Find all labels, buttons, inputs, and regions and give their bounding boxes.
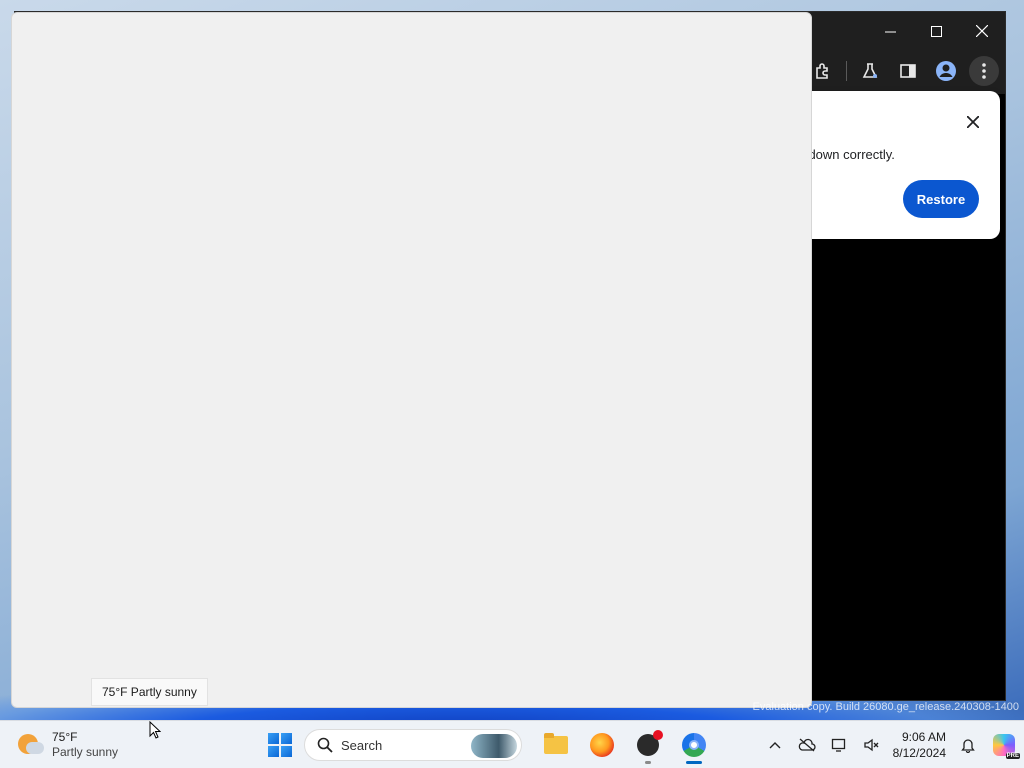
toolbar-separator [846, 61, 847, 81]
dev-app-button[interactable] [628, 725, 668, 765]
chrome-taskbar-button[interactable] [674, 725, 714, 765]
weather-widget[interactable]: 75°F Partly sunny [12, 725, 156, 765]
network-icon[interactable] [823, 729, 855, 761]
restore-pages-dialog: ut down correctly. Restore [780, 91, 1000, 239]
weather-desc: Partly sunny [52, 745, 119, 759]
clock-time: 9:06 AM [901, 730, 946, 744]
taskbar-center: Search [262, 725, 714, 765]
show-hidden-icons-button[interactable] [759, 729, 791, 761]
toolbar-icons [808, 56, 999, 86]
chrome-icon [682, 733, 706, 757]
clock-date: 8/12/2024 [892, 746, 946, 760]
minimize-button[interactable] [867, 12, 913, 50]
copilot-button[interactable]: PRE [984, 729, 1024, 761]
search-label: Search [341, 737, 383, 753]
close-window-button[interactable] [959, 12, 1005, 50]
taskbar-search[interactable]: Search [304, 729, 522, 761]
partly-sunny-icon [18, 732, 44, 758]
running-indicator [645, 761, 651, 764]
notification-badge [653, 730, 663, 740]
start-button[interactable] [262, 727, 298, 763]
onedrive-offline-icon[interactable] [791, 729, 823, 761]
active-indicator [686, 761, 702, 764]
close-icon[interactable] [964, 113, 982, 131]
extensions-icon[interactable] [808, 56, 838, 86]
chevron-up-icon [769, 742, 781, 749]
mouse-cursor-icon [149, 721, 161, 739]
weather-tooltip: 75°F Partly sunny [91, 678, 208, 706]
window-controls [867, 12, 1005, 50]
preview-badge: PRE [1005, 753, 1020, 759]
copilot-icon: PRE [993, 734, 1020, 759]
maximize-button[interactable] [913, 12, 959, 50]
clock[interactable]: 9:06 AM 8/12/2024 [887, 729, 952, 761]
system-tray: 9:06 AM 8/12/2024 PRE [759, 725, 1024, 765]
notifications-bell-icon[interactable] [952, 729, 984, 761]
labs-icon[interactable] [855, 56, 885, 86]
search-highlight-art [471, 734, 517, 758]
weather-temp: 75°F [52, 730, 78, 744]
profile-icon[interactable] [931, 56, 961, 86]
menu-icon[interactable] [969, 56, 999, 86]
restore-button[interactable]: Restore [903, 180, 979, 218]
search-icon [317, 737, 333, 753]
firefox-icon [590, 733, 614, 757]
volume-muted-icon[interactable] [855, 729, 887, 761]
blank-window[interactable] [11, 12, 812, 708]
file-explorer-icon [544, 733, 568, 754]
windows-logo-icon [268, 733, 292, 757]
side-panel-icon[interactable] [893, 56, 923, 86]
dev-app-icon [637, 730, 663, 756]
evaluation-watermark: Evaluation copy. Build 26080.ge_release.… [752, 701, 1019, 713]
file-explorer-button[interactable] [536, 725, 576, 765]
firefox-button[interactable] [582, 725, 622, 765]
